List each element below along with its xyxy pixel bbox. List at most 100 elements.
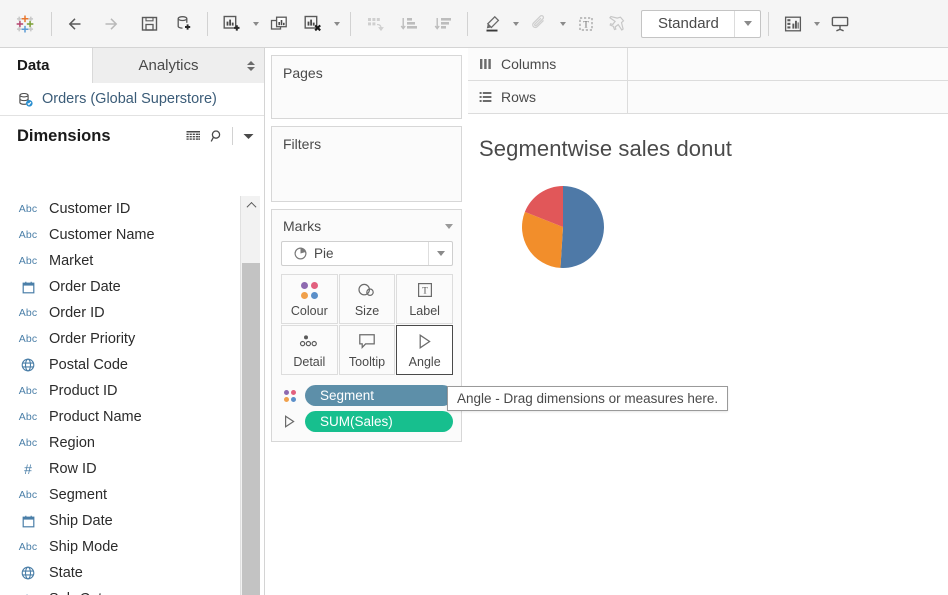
marks-button-colour[interactable]: Colour <box>281 274 338 324</box>
dimension-item[interactable]: Abc Order ID <box>0 300 240 326</box>
group-members-icon[interactable] <box>522 7 556 41</box>
show-mark-labels-icon[interactable]: T <box>569 7 603 41</box>
fit-dropdown-caret-icon[interactable] <box>734 10 760 37</box>
dimension-item[interactable]: Abc Market <box>0 248 240 274</box>
marks-button-label[interactable]: T Label <box>396 274 453 324</box>
number-type-icon: # <box>24 461 32 477</box>
mark-type-dropdown[interactable]: Pie <box>281 241 453 266</box>
worksheet-view: Columns Rows Segmentwise sales donut <box>468 48 948 595</box>
pill-sum-sales[interactable]: SUM(Sales) <box>305 411 453 432</box>
group-members-caret-icon[interactable] <box>556 7 569 41</box>
label-text-icon: T <box>417 280 433 300</box>
show-me-caret-icon[interactable] <box>810 7 823 41</box>
tab-data[interactable]: Data <box>0 48 93 83</box>
dimension-item[interactable]: Abc Product ID <box>0 378 240 404</box>
filters-card[interactable]: Filters <box>271 126 462 202</box>
tab-data-label: Data <box>17 57 50 74</box>
dimension-label: Customer Name <box>49 227 155 243</box>
dimension-item[interactable]: Order Date <box>0 274 240 300</box>
forward-icon[interactable] <box>93 7 127 41</box>
swap-rows-columns-icon[interactable] <box>358 7 392 41</box>
abc-type-icon: Abc <box>18 541 38 553</box>
highlight-icon[interactable] <box>475 7 509 41</box>
rows-drop-target[interactable] <box>628 81 948 113</box>
clear-sheet-icon[interactable] <box>296 7 330 41</box>
mark-type-caret-icon[interactable] <box>428 242 452 265</box>
back-icon[interactable] <box>59 7 93 41</box>
rows-shelf[interactable]: Rows <box>468 81 948 114</box>
abc-type-icon: Abc <box>18 437 38 449</box>
marks-card: Marks Pie Colour Size T Label Detail Too… <box>271 209 462 442</box>
marks-button-colour-label: Colour <box>290 304 328 318</box>
marks-button-tooltip[interactable]: Tooltip <box>338 325 396 375</box>
dimension-item[interactable]: # Row ID <box>0 456 240 482</box>
columns-drop-target[interactable] <box>628 48 948 80</box>
dimension-label: Postal Code <box>49 357 128 373</box>
tableau-window: T Standard Data Analytics Orders (Global… <box>0 0 948 595</box>
pages-card[interactable]: Pages <box>271 55 462 119</box>
save-icon[interactable] <box>132 7 166 41</box>
tableau-logo-icon[interactable] <box>6 7 44 41</box>
pane-resize-icon[interactable] <box>247 60 255 71</box>
tab-analytics[interactable]: Analytics <box>93 48 264 83</box>
angle-wedge-icon <box>281 414 298 429</box>
sort-ascending-icon[interactable] <box>392 7 426 41</box>
filters-title: Filters <box>283 136 322 152</box>
angle-tooltip: Angle - Drag dimensions or measures here… <box>447 386 729 411</box>
view-data-grid-icon[interactable] <box>181 125 205 147</box>
pie-chart[interactable] <box>517 181 609 273</box>
dimension-item[interactable]: Postal Code <box>0 352 240 378</box>
colour-palette-icon <box>300 280 318 300</box>
marks-button-label-label: Label <box>409 304 440 318</box>
scroll-up-icon[interactable] <box>241 196 261 214</box>
data-source-row[interactable]: Orders (Global Superstore) <box>0 83 264 116</box>
clear-sheet-caret-icon[interactable] <box>330 7 343 41</box>
dimension-item[interactable]: Abc Region <box>0 430 240 456</box>
marks-menu-caret-icon[interactable] <box>445 223 453 229</box>
marks-button-size[interactable]: Size <box>338 274 396 324</box>
dimension-item[interactable]: State <box>0 560 240 586</box>
data-pane: Data Analytics Orders (Global Superstore… <box>0 48 265 595</box>
fix-axes-icon[interactable] <box>603 7 637 41</box>
pie-slice[interactable] <box>560 186 604 268</box>
highlight-caret-icon[interactable] <box>509 7 522 41</box>
dimension-label: Market <box>49 253 94 269</box>
fit-dropdown[interactable]: Standard <box>641 9 761 38</box>
duplicate-sheet-icon[interactable] <box>262 7 296 41</box>
svg-text:T: T <box>583 19 589 29</box>
pages-title: Pages <box>283 65 323 81</box>
pill-row-segment: Segment <box>281 385 453 406</box>
dimension-label: Product ID <box>49 383 118 399</box>
new-worksheet-icon[interactable] <box>215 7 249 41</box>
dimension-item[interactable]: Abc Customer Name <box>0 222 240 248</box>
marks-button-angle[interactable]: Angle <box>396 325 453 375</box>
new-worksheet-caret-icon[interactable] <box>249 7 262 41</box>
abc-type-icon: Abc <box>18 203 38 215</box>
search-icon[interactable] <box>205 125 229 147</box>
presentation-mode-icon[interactable] <box>823 7 857 41</box>
colour-palette-icon <box>281 389 298 402</box>
dimension-item[interactable]: Abc Customer ID <box>0 196 240 222</box>
dimension-item[interactable]: Abc Segment <box>0 482 240 508</box>
columns-shelf[interactable]: Columns <box>468 48 948 81</box>
dimension-item[interactable]: Abc Ship Mode <box>0 534 240 560</box>
dimension-item[interactable]: Abc Order Priority <box>0 326 240 352</box>
dimension-item[interactable]: AbcSub-Category <box>0 586 240 595</box>
tab-analytics-label: Analytics <box>138 57 199 74</box>
chart-title: Segmentwise sales donut <box>479 136 733 161</box>
toolbar-divider <box>467 11 468 36</box>
marks-button-detail[interactable]: Detail <box>281 325 338 375</box>
abc-type-icon: Abc <box>18 333 38 345</box>
dimension-item[interactable]: Ship Date <box>0 508 240 534</box>
new-data-source-icon[interactable] <box>166 7 200 41</box>
sort-descending-icon[interactable] <box>426 7 460 41</box>
chart-canvas[interactable]: Segmentwise sales donut <box>468 114 948 595</box>
dimensions-menu-caret-icon[interactable] <box>236 125 260 147</box>
scrollbar-thumb[interactable] <box>242 263 260 595</box>
dimensions-list[interactable]: Abc Customer ID Abc Customer Name Abc Market O… <box>0 196 240 595</box>
dimension-item[interactable]: Abc Product Name <box>0 404 240 430</box>
dimensions-scrollbar[interactable] <box>240 196 260 595</box>
pill-segment[interactable]: Segment <box>305 385 453 406</box>
rows-icon <box>479 91 493 103</box>
show-me-icon[interactable] <box>776 7 810 41</box>
